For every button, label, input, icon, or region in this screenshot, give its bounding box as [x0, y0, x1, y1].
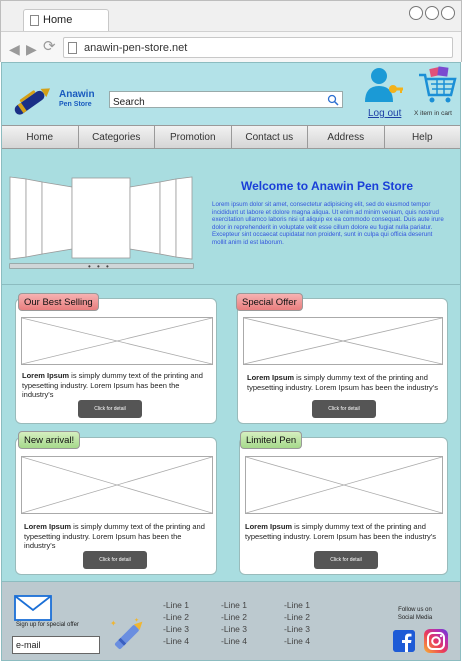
search-box[interactable]: [109, 91, 343, 110]
user-account-icon[interactable]: [363, 66, 403, 104]
refresh-icon[interactable]: ⟳: [43, 39, 56, 54]
footer-links-column-1: -Line 1 -Line 2 -Line 3 -Line 4: [163, 599, 189, 647]
detail-button[interactable]: Click for detail: [312, 400, 376, 418]
footer-link[interactable]: -Line 3: [284, 623, 310, 635]
minimize-button[interactable]: [409, 6, 423, 20]
forward-arrow-icon[interactable]: ▶: [26, 42, 37, 56]
address-bar[interactable]: anawin-pen-store.net: [63, 37, 453, 58]
footer-link[interactable]: -Line 1: [163, 599, 189, 611]
footer-link[interactable]: -Line 4: [163, 635, 189, 647]
product-card: Lorem Ipsum is simply dummy text of the …: [15, 298, 217, 424]
footer-link[interactable]: -Line 2: [284, 611, 310, 623]
welcome-heading: Welcome to Anawin Pen Store: [240, 179, 414, 193]
card-tag-best-selling: Our Best Selling: [18, 293, 99, 311]
image-placeholder: [243, 317, 443, 365]
footer-link[interactable]: -Line 2: [163, 611, 189, 623]
card-description: Lorem Ipsum is simply dummy text of the …: [24, 522, 205, 551]
facebook-icon[interactable]: [393, 630, 415, 652]
browser-toolbar: ◀ ▶ ⟳ anawin-pen-store.net: [1, 31, 461, 63]
footer-link[interactable]: -Line 1: [284, 599, 310, 611]
menu-contact-us[interactable]: Contact us: [232, 126, 308, 148]
menu-categories[interactable]: Categories: [79, 126, 155, 148]
footer-link[interactable]: -Line 4: [284, 635, 310, 647]
site-footer: Sign up for special offer ✦ ✦ -Line 1 -L…: [2, 581, 460, 660]
footer-links-column-2: -Line 1 -Line 2 -Line 3 -Line 4: [221, 599, 247, 647]
instagram-icon[interactable]: [424, 629, 448, 653]
footer-link[interactable]: -Line 2: [221, 611, 247, 623]
tab-title: Home: [43, 14, 73, 26]
footer-link[interactable]: -Line 4: [221, 635, 247, 647]
footer-link[interactable]: -Line 1: [221, 599, 247, 611]
site-header: Anawin Pen Store Log out: [2, 63, 460, 125]
search-icon[interactable]: [327, 94, 339, 106]
email-field[interactable]: [12, 636, 100, 654]
card-tag-special-offer: Special Offer: [236, 293, 303, 311]
card-description: Lorem Ipsum is simply dummy text of the …: [22, 371, 203, 400]
product-card: Lorem Ipsum is simply dummy text of the …: [239, 437, 448, 575]
main-menu: Home Categories Promotion Contact us Add…: [2, 125, 460, 149]
image-placeholder: [21, 317, 213, 365]
browser-tab[interactable]: Home: [23, 9, 109, 31]
signup-label: Sign up for special offer: [16, 622, 79, 628]
footer-link[interactable]: -Line 3: [221, 623, 247, 635]
menu-address[interactable]: Address: [308, 126, 385, 148]
svg-text:✦: ✦: [110, 619, 117, 628]
footer-link[interactable]: -Line 3: [163, 623, 189, 635]
close-button[interactable]: [441, 6, 455, 20]
brand-name[interactable]: Anawin: [59, 89, 95, 100]
card-tag-new-arrival: New arrival!: [18, 431, 81, 449]
image-placeholder: [21, 456, 213, 514]
brand-subtitle: Pen Store: [59, 101, 92, 108]
detail-button[interactable]: Click for detail: [314, 551, 378, 569]
page-icon: [68, 42, 77, 54]
menu-home[interactable]: Home: [2, 126, 79, 148]
product-card: Lorem Ipsum is simply dummy text of the …: [15, 437, 217, 575]
shopping-cart-icon[interactable]: [417, 65, 457, 105]
menu-promotion[interactable]: Promotion: [155, 126, 232, 148]
image-placeholder: [245, 456, 443, 514]
window-controls: [409, 6, 455, 20]
welcome-text: Lorem ipsum dolor sit amet, consectetur …: [212, 201, 444, 246]
card-tag-limited-pen: Limited Pen: [240, 431, 303, 449]
browser-chrome: Home ◀ ▶ ⟳ anawin-pen-store.net: [0, 0, 462, 63]
svg-text:✦: ✦: [134, 617, 139, 624]
detail-button[interactable]: Click for detail: [83, 551, 147, 569]
url-text: anawin-pen-store.net: [84, 42, 188, 54]
page-icon: [30, 15, 39, 26]
mail-icon: [14, 595, 52, 621]
web-page: Anawin Pen Store Log out: [1, 62, 461, 661]
image-carousel[interactable]: [8, 175, 194, 261]
card-description: Lorem Ipsum is simply dummy text of the …: [247, 373, 438, 392]
pen-logo-icon: [14, 88, 51, 115]
product-card: Lorem Ipsum is simply dummy text of the …: [237, 298, 448, 424]
footer-links-column-3: -Line 1 -Line 2 -Line 3 -Line 4: [284, 599, 310, 647]
hero-section: • • • Welcome to Anawin Pen Store Lorem …: [2, 153, 460, 285]
maximize-button[interactable]: [425, 6, 439, 20]
card-description: Lorem Ipsum is simply dummy text of the …: [245, 522, 436, 541]
menu-help[interactable]: Help: [385, 126, 461, 148]
back-arrow-icon[interactable]: ◀: [9, 42, 20, 56]
logout-link[interactable]: Log out: [368, 108, 401, 119]
search-input[interactable]: [110, 95, 320, 110]
social-media-label: Follow us on Social Media: [397, 607, 433, 621]
carousel-dots[interactable]: • • •: [88, 262, 111, 271]
pen-icon: ✦ ✦: [110, 617, 143, 650]
cart-count: X item in cart: [414, 110, 452, 117]
detail-button[interactable]: Click for detail: [78, 400, 142, 418]
